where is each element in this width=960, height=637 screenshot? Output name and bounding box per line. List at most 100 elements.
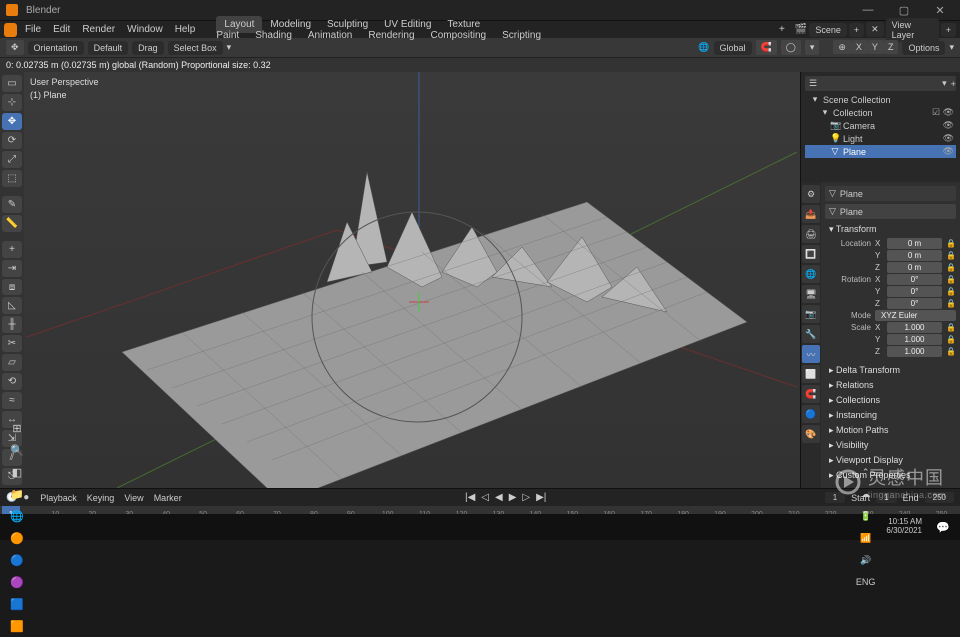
section-custom-properties[interactable]: Custom Properties — [825, 468, 956, 483]
taskbar-item-8[interactable]: 🟦 — [4, 593, 30, 615]
measure-tool[interactable]: 📏 — [2, 215, 22, 232]
move-tool[interactable]: ✥ — [2, 113, 22, 130]
visibility-toggle[interactable]: 👁 — [943, 120, 954, 131]
options-dropdown[interactable]: Options — [902, 41, 945, 55]
minimize-button[interactable]: — — [854, 4, 882, 16]
jump-next-key-button[interactable]: ▷ — [522, 492, 530, 503]
global-dropdown[interactable]: Global — [714, 41, 752, 55]
proportional-falloff-button[interactable]: ▾ — [805, 40, 820, 55]
inset-tool[interactable]: ⧈ — [2, 279, 22, 296]
menu-window[interactable]: Window — [121, 22, 169, 37]
add-workspace-button[interactable]: + — [773, 22, 791, 37]
props-tab-1[interactable]: 📤 — [802, 205, 820, 223]
lock-icon[interactable]: 🔒 — [946, 323, 956, 332]
taskbar-item-1[interactable]: 🔍 — [4, 439, 30, 461]
location-z-field[interactable]: 0 m — [887, 262, 942, 273]
lock-icon[interactable]: 🔒 — [946, 299, 956, 308]
scale-y-field[interactable]: 1.000 — [887, 334, 942, 345]
outliner-item-plane[interactable]: ▽Plane👁 — [805, 145, 956, 158]
pivot-default-dropdown[interactable]: Default — [88, 41, 129, 55]
section-visibility[interactable]: Visibility — [825, 438, 956, 453]
taskbar-item-7[interactable]: 🟣 — [4, 571, 30, 593]
smooth-tool[interactable]: ≈ — [2, 392, 22, 409]
outliner-item-light[interactable]: 💡Light👁 — [805, 132, 956, 145]
jump-last-button[interactable]: ▶| — [536, 492, 546, 503]
object-name-field[interactable]: Plane — [840, 189, 952, 199]
workspace-tab-shading[interactable]: Shading — [247, 27, 300, 44]
orientation-dropdown[interactable]: Orientation — [28, 41, 84, 55]
workspace-tab-animation[interactable]: Animation — [300, 27, 360, 44]
lock-icon[interactable]: 🔒 — [946, 275, 956, 284]
lock-icon[interactable]: 🔒 — [946, 287, 956, 296]
play-reverse-button[interactable]: ◀ — [495, 492, 503, 503]
notifications-button[interactable]: 💬 — [930, 516, 956, 538]
lock-icon[interactable]: 🔒 — [946, 335, 956, 344]
outliner-item-scene-collection[interactable]: ▾Scene Collection — [805, 93, 956, 106]
blender-logo-icon[interactable] — [4, 23, 17, 37]
timeline-menu-playback[interactable]: Playback — [35, 493, 82, 503]
outliner-item-collection[interactable]: ▾Collection☑ 👁 — [805, 106, 956, 119]
props-tab-5[interactable]: 🖥 — [802, 285, 820, 303]
knife-tool[interactable]: ✂ — [2, 335, 22, 352]
snap-button[interactable]: 🧲 — [756, 40, 777, 55]
viewlayer-selector[interactable]: View Layer — [886, 18, 939, 42]
current-frame-field[interactable]: 1 — [825, 492, 845, 503]
props-tab-6[interactable]: 📷 — [802, 305, 820, 323]
props-tab-12[interactable]: 🎨 — [802, 425, 820, 443]
lock-icon[interactable]: 🔒 — [946, 347, 956, 356]
tray-item-0[interactable]: ⌃ — [853, 461, 879, 483]
props-tab-2[interactable]: 🖨 — [802, 225, 820, 243]
visibility-toggle[interactable]: 👁 — [943, 146, 954, 157]
jump-first-button[interactable]: |◀ — [465, 492, 475, 503]
workspace-tab-rendering[interactable]: Rendering — [360, 27, 422, 44]
props-tab-7[interactable]: 🔧 — [802, 325, 820, 343]
section-motion-paths[interactable]: Motion Paths — [825, 423, 956, 438]
datablock-name-field[interactable]: Plane — [840, 207, 952, 217]
section-relations[interactable]: Relations — [825, 378, 956, 393]
outliner-filter-button[interactable]: ▾ — [942, 78, 947, 89]
outliner-item-camera[interactable]: 📷Camera👁 — [805, 119, 956, 132]
mirror-y-button[interactable]: Y — [867, 40, 883, 54]
maximize-button[interactable]: ▢ — [890, 4, 918, 17]
tray-item-1[interactable]: ☁ — [853, 483, 879, 505]
props-tab-4[interactable]: 🌐 — [802, 265, 820, 283]
taskbar-item-6[interactable]: 🔵 — [4, 549, 30, 571]
options-chevron-icon[interactable]: ▾ — [949, 42, 954, 53]
proportional-button[interactable]: ◯ — [781, 40, 801, 55]
taskbar-item-2[interactable]: ◧ — [4, 461, 30, 483]
close-button[interactable]: ✕ — [926, 4, 954, 17]
location-x-field[interactable]: 0 m — [887, 238, 942, 249]
timeline-menu-marker[interactable]: Marker — [149, 493, 187, 503]
section-viewport-display[interactable]: Viewport Display — [825, 453, 956, 468]
menu-render[interactable]: Render — [76, 22, 121, 37]
rotation-y-field[interactable]: 0° — [887, 286, 942, 297]
tray-item-5[interactable]: ENG — [853, 571, 879, 593]
scale-x-field[interactable]: 1.000 — [887, 322, 942, 333]
menu-help[interactable]: Help — [169, 22, 202, 37]
viewlayer-new-button[interactable]: + — [941, 23, 956, 37]
loopcut-tool[interactable]: ╫ — [2, 316, 22, 333]
annotate-tool[interactable]: ✎ — [2, 196, 22, 213]
scene-delete-button[interactable]: ✕ — [866, 22, 884, 37]
workspace-tab-compositing[interactable]: Compositing — [423, 27, 495, 44]
jump-prev-key-button[interactable]: ◁ — [481, 492, 489, 503]
visibility-toggle[interactable]: 👁 — [943, 133, 954, 144]
taskbar-item-9[interactable]: 🟧 — [4, 615, 30, 637]
outliner-new-collection-button[interactable]: + — [951, 79, 956, 89]
props-tab-3[interactable]: 🔳 — [802, 245, 820, 263]
rotation-mode-dropdown[interactable]: XYZ Euler — [875, 310, 956, 321]
system-clock[interactable]: 10:15 AM6/30/2021 — [880, 518, 928, 536]
scale-z-field[interactable]: 1.000 — [887, 346, 942, 357]
drag-dropdown[interactable]: Drag — [132, 41, 164, 55]
play-button[interactable]: ▶ — [509, 492, 517, 503]
rotation-z-field[interactable]: 0° — [887, 298, 942, 309]
select-tool[interactable]: ⊹ — [2, 94, 22, 111]
props-tab-9[interactable]: ⬜ — [802, 365, 820, 383]
timeline-menu-view[interactable]: View — [119, 493, 148, 503]
rotate-tool[interactable]: ⟳ — [2, 132, 22, 149]
spin-tool[interactable]: ⟲ — [2, 373, 22, 390]
menu-file[interactable]: File — [19, 22, 47, 37]
rotation-x-field[interactable]: 0° — [887, 274, 942, 285]
section-collections[interactable]: Collections — [825, 393, 956, 408]
menu-edit[interactable]: Edit — [47, 22, 76, 37]
